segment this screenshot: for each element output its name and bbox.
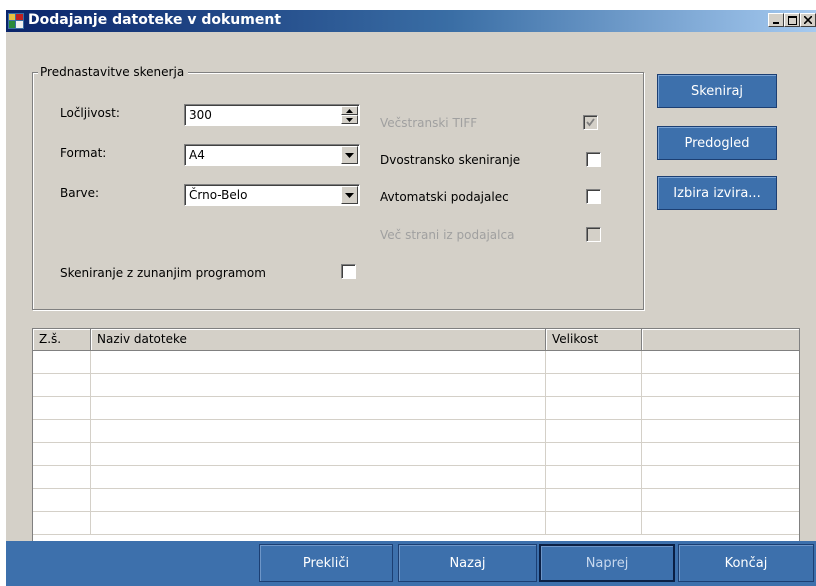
colors-dropdown-button[interactable] <box>341 186 358 204</box>
close-icon <box>804 16 812 24</box>
table-row[interactable] <box>33 420 799 443</box>
chevron-down-icon <box>345 152 354 158</box>
preview-button[interactable]: Predogled <box>657 126 777 160</box>
table-cell <box>546 351 642 373</box>
select-source-button[interactable]: Izbira izvira... <box>657 176 777 210</box>
colors-value: Črno-Belo <box>189 188 248 202</box>
file-table[interactable]: Z.š. Naziv datoteke Velikost <box>32 328 800 542</box>
table-cell <box>91 512 546 534</box>
arrow-down-icon <box>346 117 353 122</box>
dialog-window: Dodajanje datoteke v dokument Prednastav… <box>6 10 816 586</box>
auto-feeder-label: Avtomatski podajalec <box>380 190 509 204</box>
close-button[interactable] <box>800 13 816 27</box>
table-row[interactable] <box>33 443 799 466</box>
table-cell <box>642 351 799 373</box>
external-program-checkbox[interactable] <box>341 264 356 279</box>
table-cell <box>91 443 546 465</box>
table-row[interactable] <box>33 397 799 420</box>
auto-feeder-checkbox[interactable] <box>586 189 601 204</box>
scan-button[interactable]: Skeniraj <box>657 74 777 108</box>
table-cell <box>546 420 642 442</box>
resolution-label: Ločljivost: <box>60 106 120 120</box>
table-cell <box>33 420 91 442</box>
cancel-button[interactable]: Prekliči <box>259 544 393 582</box>
finish-button[interactable]: Končaj <box>678 544 814 582</box>
table-cell <box>642 489 799 511</box>
title-bar[interactable]: Dodajanje datoteke v dokument <box>6 10 816 32</box>
table-cell <box>546 489 642 511</box>
colors-select[interactable]: Črno-Belo <box>184 184 360 206</box>
table-cell <box>91 351 546 373</box>
spin-down-button[interactable] <box>341 115 358 124</box>
table-cell <box>642 466 799 488</box>
arrow-up-icon <box>346 108 353 113</box>
column-header-filename[interactable]: Naziv datoteke <box>91 329 546 350</box>
duplex-checkbox[interactable] <box>586 152 601 167</box>
minimize-icon <box>773 22 779 24</box>
table-cell <box>546 466 642 488</box>
table-cell <box>91 374 546 396</box>
table-row[interactable] <box>33 466 799 489</box>
table-row[interactable] <box>33 374 799 397</box>
column-header-seq[interactable]: Z.š. <box>33 329 91 350</box>
footer-bar: Prekliči Nazaj Naprej Končaj <box>6 541 816 586</box>
table-cell <box>642 420 799 442</box>
table-cell <box>91 466 546 488</box>
app-icon <box>8 13 24 29</box>
table-cell <box>91 420 546 442</box>
table-row[interactable] <box>33 489 799 512</box>
next-button[interactable]: Naprej <box>539 544 675 582</box>
format-select[interactable]: A4 <box>184 144 360 166</box>
table-cell <box>33 443 91 465</box>
table-cell <box>91 489 546 511</box>
format-value: A4 <box>189 148 205 162</box>
table-cell <box>546 443 642 465</box>
colors-label: Barve: <box>60 186 100 200</box>
resolution-value: 300 <box>189 108 212 122</box>
table-row[interactable] <box>33 351 799 374</box>
spin-up-button[interactable] <box>341 106 358 115</box>
table-cell <box>91 397 546 419</box>
table-cell <box>33 466 91 488</box>
multi-from-feeder-label: Več strani iz podajalca <box>380 228 515 242</box>
table-header: Z.š. Naziv datoteke Velikost <box>33 329 799 351</box>
table-cell <box>33 351 91 373</box>
format-dropdown-button[interactable] <box>341 146 358 164</box>
duplex-label: Dvostransko skeniranje <box>380 153 521 167</box>
table-cell <box>546 397 642 419</box>
chevron-down-icon <box>345 192 354 198</box>
multipage-tiff-label: Večstranski TIFF <box>380 116 478 130</box>
maximize-button[interactable] <box>784 13 800 27</box>
table-cell <box>546 512 642 534</box>
minimize-button[interactable] <box>768 13 784 27</box>
table-cell <box>33 397 91 419</box>
table-cell <box>642 374 799 396</box>
table-cell <box>33 374 91 396</box>
table-row[interactable] <box>33 512 799 535</box>
external-program-label: Skeniranje z zunanjim programom <box>60 266 266 280</box>
back-button[interactable]: Nazaj <box>398 544 537 582</box>
table-cell <box>33 512 91 534</box>
table-cell <box>642 443 799 465</box>
table-cell <box>33 489 91 511</box>
multi-from-feeder-checkbox[interactable] <box>586 227 601 242</box>
table-cell <box>642 397 799 419</box>
column-header-size[interactable]: Velikost <box>546 329 642 350</box>
multipage-tiff-checkbox[interactable] <box>583 115 598 130</box>
column-header-extra[interactable] <box>642 329 799 350</box>
maximize-icon <box>787 15 797 25</box>
window-title: Dodajanje datoteke v dokument <box>28 12 282 28</box>
format-label: Format: <box>60 146 107 160</box>
scanner-settings-title: Prednastavitve skenerja <box>38 65 189 79</box>
checkmark-icon <box>586 118 595 127</box>
table-cell <box>546 374 642 396</box>
resolution-spinner[interactable]: 300 <box>184 104 360 126</box>
table-cell <box>642 512 799 534</box>
